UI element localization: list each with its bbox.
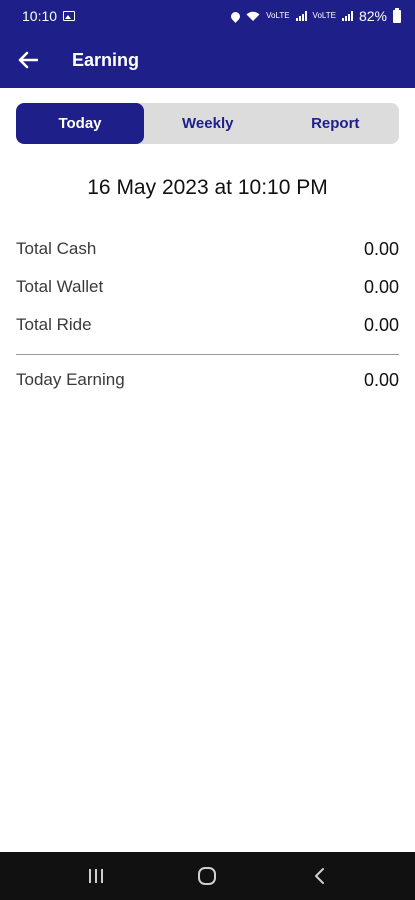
recents-icon: [88, 869, 103, 883]
tab-today[interactable]: Today: [16, 103, 144, 144]
total-wallet-label: Total Wallet: [16, 277, 104, 296]
recents-button[interactable]: [76, 856, 116, 896]
wifi-icon: [246, 11, 260, 21]
app-bar: Earning: [0, 32, 415, 88]
summary-row-today-earning: Today Earning 0.00: [16, 361, 399, 399]
period-tabs: Today Weekly Report: [16, 103, 399, 144]
summary-divider: [16, 354, 399, 355]
earning-summary: Total Cash 0.00 Total Wallet 0.00 Total …: [16, 230, 399, 399]
total-cash-label: Total Cash: [16, 239, 97, 258]
summary-row-total-ride: Total Ride 0.00: [16, 306, 399, 344]
system-nav-bar: [0, 852, 415, 900]
home-icon: [198, 867, 217, 885]
back-chevron-icon: [315, 868, 325, 884]
network-label-1: VoLTE: [266, 11, 290, 20]
page-title: Earning: [72, 49, 140, 70]
tab-weekly-label: Weekly: [182, 115, 234, 132]
total-wallet-value: 0.00: [363, 276, 399, 297]
summary-row-total-cash: Total Cash 0.00: [16, 230, 399, 268]
tab-weekly[interactable]: Weekly: [144, 103, 272, 144]
tab-today-label: Today: [58, 115, 102, 132]
signal-icon-1: [295, 11, 307, 21]
tab-report-label: Report: [311, 115, 360, 132]
total-cash-value: 0.00: [363, 238, 399, 259]
battery-percent: 82%: [358, 8, 387, 24]
location-icon: [229, 9, 242, 23]
total-ride-value: 0.00: [363, 314, 399, 335]
status-time: 10:10: [22, 8, 58, 24]
summary-row-total-wallet: Total Wallet 0.00: [16, 268, 399, 306]
tab-report[interactable]: Report: [272, 103, 400, 144]
arrow-left-icon: [18, 51, 38, 69]
battery-icon: [393, 7, 401, 23]
image-notification-icon: [63, 11, 76, 21]
signal-icon-2: [341, 11, 353, 21]
total-ride-label: Total Ride: [16, 315, 92, 334]
today-earning-label: Today Earning: [16, 370, 125, 389]
status-right: VoLTE VoLTE 82%: [229, 7, 401, 24]
home-button[interactable]: [187, 856, 227, 896]
status-left: 10:10: [22, 8, 76, 24]
network-label-2: VoLTE: [312, 11, 336, 20]
system-back-button[interactable]: [299, 856, 339, 896]
back-button[interactable]: [0, 32, 56, 88]
date-time-text: 16 May 2023 at 10:10 PM: [87, 176, 328, 199]
today-earning-value: 0.00: [363, 369, 399, 390]
status-bar: 10:10 VoLTE VoLTE 82%: [0, 0, 415, 32]
earning-screen: 10:10 VoLTE VoLTE 82% Earning Today Week…: [0, 0, 415, 900]
